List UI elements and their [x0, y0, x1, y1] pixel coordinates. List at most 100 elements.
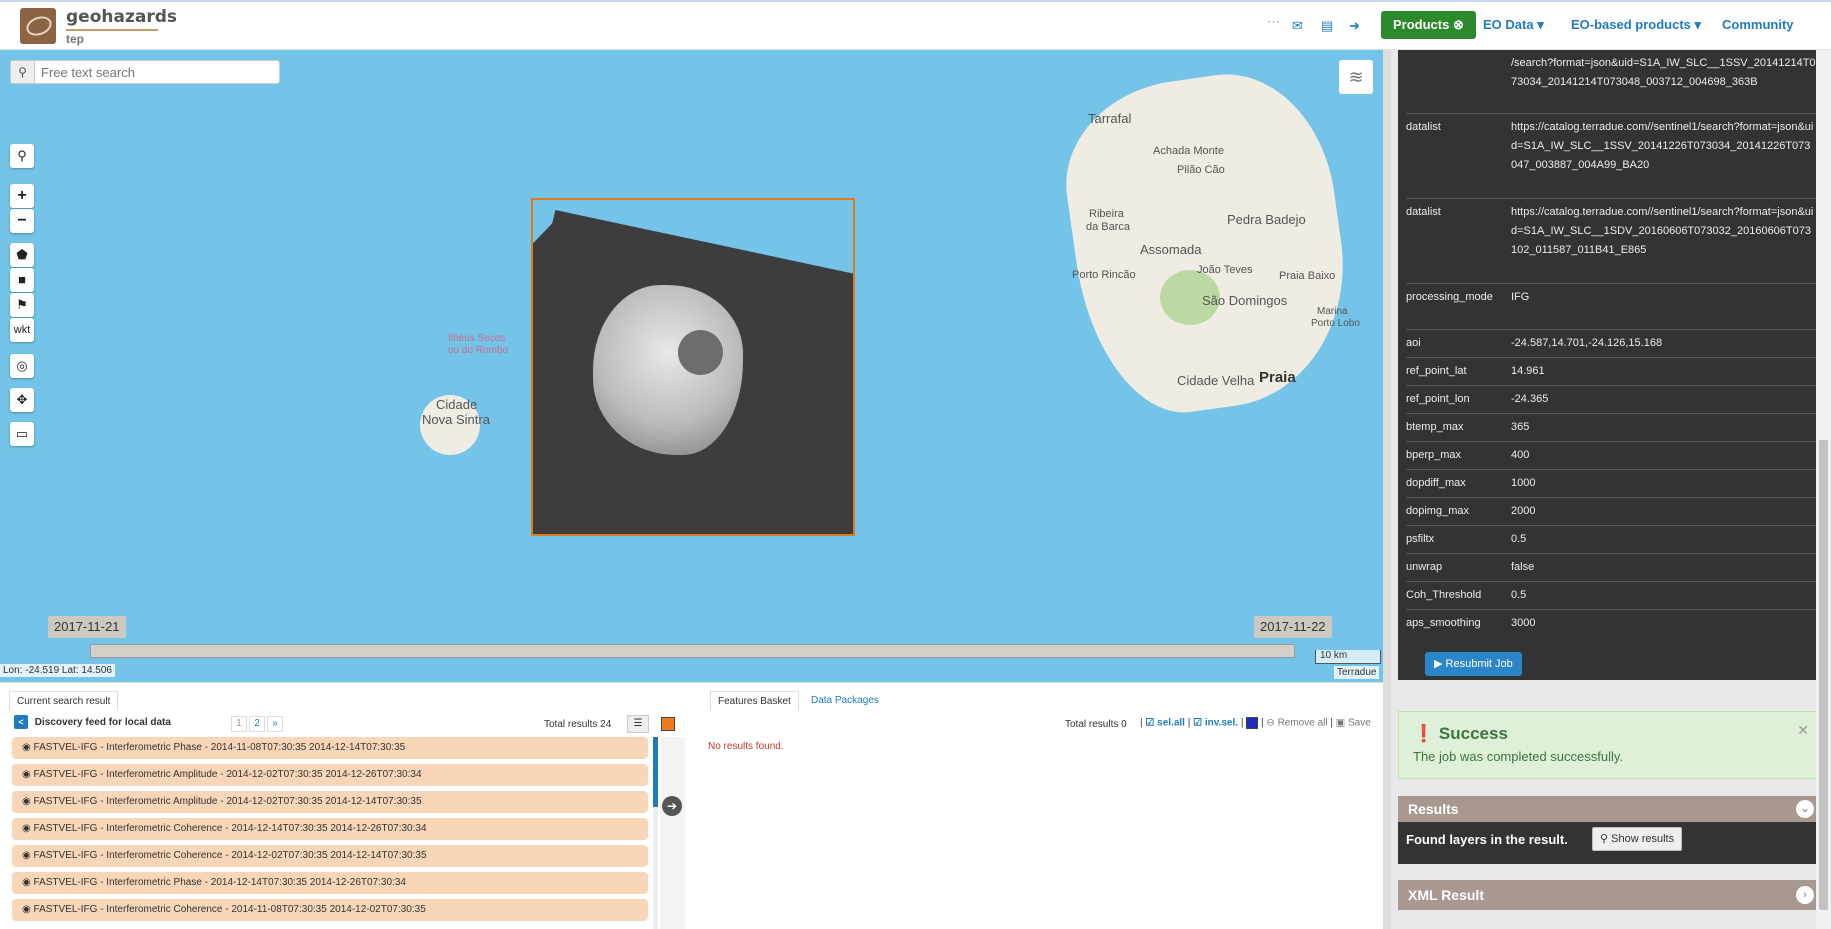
polygon-icon: ⬟ — [16, 247, 28, 262]
logo[interactable] — [20, 8, 56, 44]
nav-eo-based-products[interactable]: EO-based products ▾ — [1571, 17, 1701, 33]
tab-features-basket[interactable]: Features Basket — [710, 691, 799, 711]
products-label: Products — [1393, 17, 1450, 32]
xml-result-header[interactable]: XML Result › — [1398, 880, 1822, 910]
param-row: aps_smoothing 3000 — [1406, 610, 1818, 638]
globe-button[interactable]: ◎ — [10, 354, 34, 378]
param-value: -24.587,14.701,-24.126,15.168 — [1511, 337, 1663, 349]
show-results-button[interactable]: ⚲ Show results — [1592, 827, 1683, 851]
page-2[interactable]: 2 — [249, 716, 265, 732]
map-label: Ribeira — [1089, 208, 1124, 220]
result-item[interactable]: ◉ FASTVEL-IFG - Interferometric Phase - … — [12, 737, 648, 759]
map-label: São Domingos — [1202, 293, 1288, 308]
save-label: Save — [1348, 717, 1371, 729]
map-label: Nova Sintra — [422, 412, 490, 427]
results-section: Results ⌄ Found layers in the result. ⚲ … — [1398, 796, 1822, 864]
param-key: aps_smoothing — [1406, 617, 1481, 629]
resubmit-job-button[interactable]: ▶ Resubmit Job — [1425, 652, 1522, 676]
play-circle-icon: ▶ — [1434, 658, 1446, 670]
result-item-label: FASTVEL-IFG - Interferometric Phase - 20… — [33, 742, 406, 753]
sign-out-icon[interactable]: ➜ — [1349, 18, 1360, 34]
zoom-in-button[interactable]: + — [10, 184, 34, 208]
param-row: dopimg_max 2000 — [1406, 498, 1818, 526]
map-attribution[interactable]: Terradue — [1334, 666, 1380, 679]
nav-eo-data[interactable]: EO Data ▾ — [1483, 17, 1544, 33]
param-row: processing_mode IFG — [1406, 284, 1818, 330]
result-color-swatch[interactable] — [661, 717, 675, 731]
close-icon[interactable]: ✕ — [1797, 722, 1809, 739]
sar-image-footprint[interactable] — [531, 198, 855, 536]
measure-button[interactable]: ▭ — [10, 422, 34, 446]
invert-selection-button[interactable]: ☑ inv.sel. — [1193, 718, 1238, 729]
envelope-icon[interactable]: ✉ — [1292, 18, 1303, 34]
param-value: /search?format=json&uid=S1A_IW_SLC__1SSV… — [1511, 57, 1816, 88]
param-row: ref_point_lon -24.365 — [1406, 386, 1818, 414]
share-icon[interactable]: < — [14, 715, 28, 729]
zoom-out-button[interactable]: − — [10, 209, 34, 233]
param-key: unwrap — [1406, 561, 1443, 573]
draw-polygon-button[interactable]: ⬟ — [10, 243, 34, 267]
result-item[interactable]: ◉ FASTVEL-IFG - Interferometric Amplitud… — [12, 791, 648, 813]
param-row: bperp_max 400 — [1406, 442, 1818, 470]
param-value: 0.5 — [1511, 589, 1527, 601]
param-value: 365 — [1511, 421, 1530, 433]
resubmit-label: Resubmit Job — [1445, 658, 1513, 670]
products-menu-button[interactable]: Products ⊗ — [1381, 11, 1476, 39]
param-value: 1000 — [1511, 477, 1536, 489]
result-item[interactable]: ◉ FASTVEL-IFG - Interferometric Coherenc… — [12, 818, 648, 840]
panel-separator — [660, 737, 685, 929]
caret-down-icon: ▾ — [1537, 17, 1544, 32]
draw-point-button[interactable]: ⚑ — [10, 293, 34, 317]
top-navbar: geohazards tep ⋯ ✉ ▤ ➜ Products ⊗ EO Dat… — [0, 0, 1831, 50]
time-slider[interactable] — [90, 644, 1295, 658]
result-item[interactable]: ◉ FASTVEL-IFG - Interferometric Amplitud… — [12, 764, 648, 786]
right-panel-scrollbar[interactable] — [1816, 50, 1831, 929]
param-key: bperp_max — [1406, 449, 1462, 461]
chevron-right-icon: › — [1796, 886, 1814, 904]
brand-title[interactable]: geohazards — [66, 7, 177, 27]
crater-feature — [678, 330, 723, 375]
draw-box-button[interactable]: ■ — [10, 268, 34, 292]
result-item[interactable]: ◉ FASTVEL-IFG - Interferometric Coherenc… — [12, 845, 648, 867]
map-label: Porto Lobo — [1311, 318, 1360, 329]
param-value: -24.365 — [1511, 393, 1549, 405]
save-button[interactable]: ▣ Save — [1336, 718, 1371, 729]
scrollbar-thumb[interactable] — [1819, 440, 1828, 910]
free-text-search: ⚲ — [10, 60, 280, 84]
globe-icon: ◎ — [16, 358, 28, 373]
search-tool-button[interactable]: ⚲ — [10, 144, 34, 168]
panel-resizer[interactable] — [1383, 50, 1391, 929]
scrollbar-thumb[interactable] — [653, 737, 658, 807]
total-results: Total results 24 — [544, 719, 612, 730]
nav-community[interactable]: Community — [1722, 17, 1794, 32]
ruler-icon: ▭ — [15, 426, 29, 441]
fullscreen-button[interactable]: ✥ — [10, 388, 34, 412]
wkt-button[interactable]: wkt — [10, 318, 34, 342]
page-next[interactable]: » — [267, 716, 283, 732]
basket-color-swatch[interactable] — [1246, 717, 1259, 729]
param-key: dopdiff_max — [1406, 477, 1466, 489]
result-item[interactable]: ◉ FASTVEL-IFG - Interferometric Phase - … — [12, 872, 648, 894]
tab-data-packages[interactable]: Data Packages — [804, 691, 886, 711]
layer-switcher-button[interactable]: ≋ — [1339, 60, 1373, 94]
param-value: https://catalog.terradue.com//sentinel1/… — [1511, 121, 1814, 171]
tab-current-search-result[interactable]: Current search result — [9, 691, 119, 711]
time-start-label: 2017-11-21 — [48, 616, 126, 638]
results-list: ◉ FASTVEL-IFG - Interferometric Phase - … — [12, 737, 648, 929]
map-view[interactable]: Tarrafal Achada Monte Pilão Cão Ribeira … — [0, 50, 1383, 682]
square-icon: ■ — [18, 272, 26, 287]
map-label: Porto Rincão — [1072, 269, 1136, 281]
book-icon[interactable]: ▤ — [1321, 18, 1333, 34]
param-row: btemp_max 365 — [1406, 414, 1818, 442]
select-all-button[interactable]: ☑ sel.all — [1145, 718, 1185, 729]
results-header[interactable]: Results ⌄ — [1398, 796, 1822, 822]
ellipsis-icon[interactable]: ⋯ — [1267, 14, 1280, 30]
list-view-button[interactable]: ☰ — [627, 715, 649, 733]
remove-all-button[interactable]: ⊖ Remove all — [1266, 718, 1327, 729]
page-1[interactable]: 1 — [231, 716, 247, 732]
search-input[interactable] — [41, 63, 271, 81]
add-to-basket-button[interactable]: ➔ — [662, 796, 682, 816]
results-scrollbar[interactable] — [653, 737, 658, 929]
result-item[interactable]: ◉ FASTVEL-IFG - Interferometric Coherenc… — [12, 899, 648, 921]
list-icon: ☰ — [633, 718, 643, 729]
